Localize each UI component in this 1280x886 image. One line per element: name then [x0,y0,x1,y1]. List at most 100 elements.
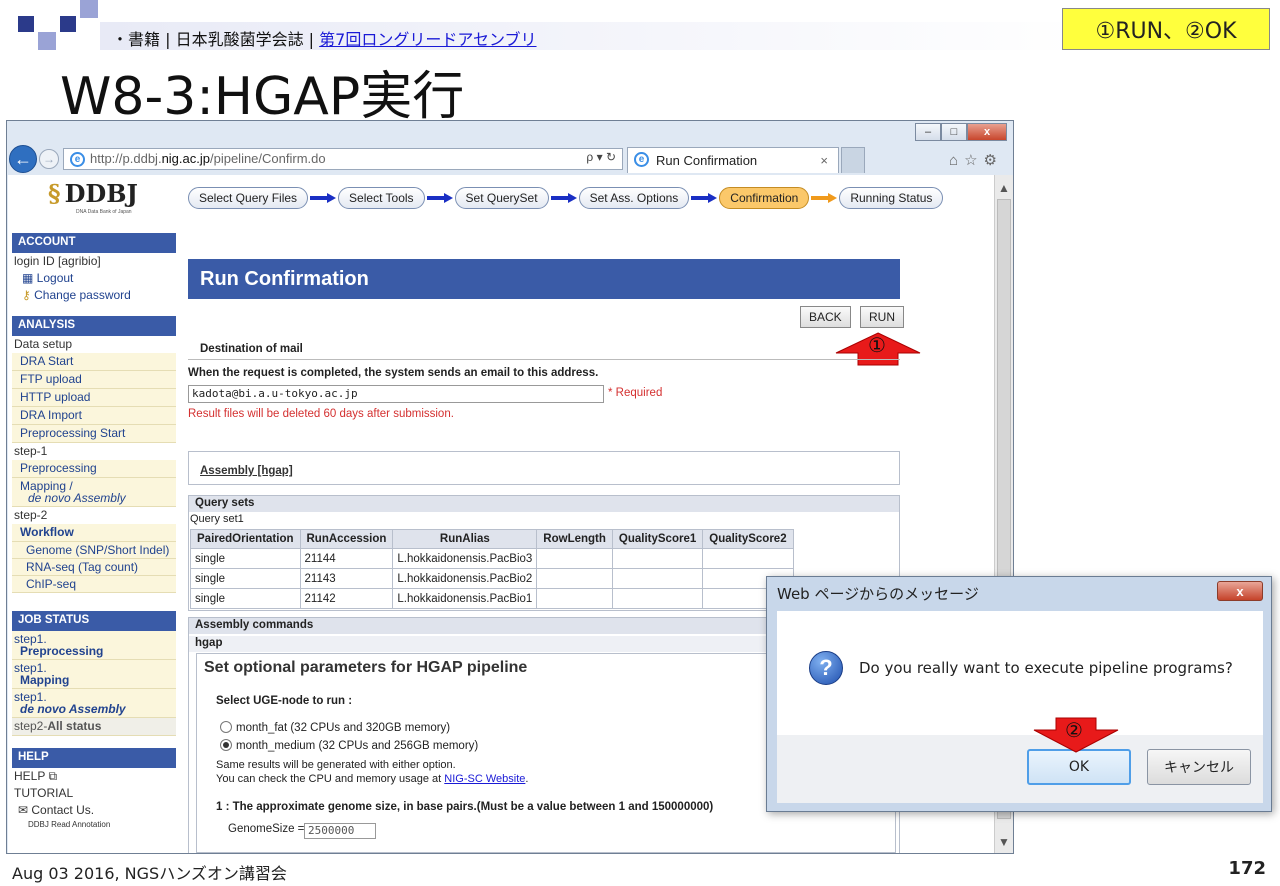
contact-link[interactable]: ✉ Contact Us. [12,802,176,819]
table-cell: L.hokkaidonensis.PacBio1 [392,588,538,609]
scroll-down-icon[interactable]: ▼ [998,835,1010,849]
change-password-link[interactable]: ⚷ Change password [12,287,176,304]
account-header: ACCOUNT [12,233,176,253]
dialog-body: ? Do you really want to execute pipeline… [777,611,1263,735]
sidebar-item-preprocessing-start[interactable]: Preprocessing Start [12,425,176,443]
uge-label: Select UGE-node to run : [216,695,353,707]
search-refresh-icon[interactable]: ρ ▾ ↻ [586,150,616,164]
destination-label: Destination of mail [200,343,303,355]
forward-arrow-icon[interactable]: → [39,149,59,169]
step-select-query-files[interactable]: Select Query Files [188,187,309,209]
radio-month-medium[interactable] [220,739,232,751]
same-results-note: Same results will be generated with eith… [216,759,456,771]
job-item-preprocessing[interactable]: step1. Preprocessing [12,631,176,660]
job-item-all-status[interactable]: step2-All status [12,718,176,736]
required-note: * Required [608,387,663,399]
maximize-button[interactable]: □ [941,123,967,141]
reference-link[interactable]: 第7回ロングリードアセンブリ [319,30,536,49]
dialog-close-button[interactable]: x [1217,581,1263,601]
cpu-check-note: You can check the CPU and memory usage a… [216,773,528,785]
new-tab-button[interactable] [841,147,865,173]
arrow-right-icon [310,193,337,203]
scroll-up-icon[interactable]: ▲ [998,181,1010,195]
help-label: HELP [14,769,46,783]
address-bar[interactable]: e http://p.ddbj.nig.ac.jp/pipeline/Confi… [63,148,623,170]
cpu-check-suffix: . [525,773,529,785]
login-id: login ID [agribio] [14,254,101,268]
workflow-steps: Select Query Files Select Tools Set Quer… [188,187,944,209]
home-favorites-settings-icon[interactable]: ⌂☆⚙ [949,151,1003,169]
job-mapping-label: Mapping [20,673,70,687]
option-medium-label: month_medium (32 CPUs and 256GB memory) [236,740,479,752]
sidebar-item-mapping-denovo[interactable]: Mapping / de novo Assembly [12,478,176,507]
tab-run-confirmation[interactable]: e Run Confirmation × [627,147,839,173]
sidebar-item-preprocessing[interactable]: Preprocessing [12,460,176,478]
ddbj-read-annotation[interactable]: DDBJ Read Annotation [12,819,176,836]
table-cell: L.hokkaidonensis.PacBio3 [392,548,538,569]
marker-1: ① [868,335,886,357]
divider [188,359,900,360]
job-denovo-label: de novo Assembly [20,702,126,716]
url-path: /pipeline/Confirm.do [209,151,326,166]
sidebar-item-dra-import[interactable]: DRA Import [12,407,176,425]
assembly-link[interactable]: Assembly [hgap] [200,465,293,477]
table-cell: single [190,568,301,589]
slide-decoration [60,16,76,32]
instruction-callout: ①RUN、②OK [1062,8,1270,50]
table-cell [611,548,704,569]
sidebar-item-dra-start[interactable]: DRA Start [12,353,176,371]
sidebar-item-ftp-upload[interactable]: FTP upload [12,371,176,389]
page-title: Run Confirmation [188,259,900,299]
column-header: RunAccession [299,529,394,549]
key-icon: ⚷ [22,288,35,302]
slide-decoration [80,0,98,18]
sidebar-item-rnaseq[interactable]: RNA-seq (Tag count) [12,559,176,576]
option-month-medium[interactable]: month_medium (32 CPUs and 256GB memory) [220,739,478,752]
job-all-status-label: All status [47,719,102,733]
step-confirmation[interactable]: Confirmation [719,187,810,209]
table-row: single 21142 L.hokkaidonensis.PacBio1 [190,588,794,609]
genome-size-input[interactable]: 2500000 [304,823,376,839]
job-item-denovo[interactable]: step1. de novo Assembly [12,689,176,718]
step-running-status[interactable]: Running Status [839,187,944,209]
nig-sc-link[interactable]: NIG-SC Website [444,773,525,785]
slide-decoration [38,32,56,50]
column-header: RunAlias [392,529,538,549]
back-button[interactable]: BACK [800,306,851,328]
dialog-footer: OK キャンセル [777,735,1263,803]
step-set-ass-options[interactable]: Set Ass. Options [578,187,690,209]
ok-button[interactable]: OK [1027,749,1131,785]
close-button[interactable]: x [967,123,1007,141]
tab-title: Run Confirmation [656,153,758,168]
email-field[interactable]: kadota@bi.a.u-tokyo.ac.jp [188,385,604,403]
logout-label: Logout [36,271,74,285]
genome-size-field-label: GenomeSize = [228,823,305,835]
tutorial-link[interactable]: TUTORIAL [12,785,176,802]
step-select-tools[interactable]: Select Tools [338,187,425,209]
option-month-fat[interactable]: month_fat (32 CPUs and 320GB memory) [220,721,450,734]
job-step2-prefix: step2- [14,719,48,733]
step-set-queryset[interactable]: Set QuerySet [454,187,549,209]
dna-icon: § [48,179,61,208]
hgap-title: Set optional parameters for HGAP pipelin… [204,659,528,676]
minimize-button[interactable]: – [915,123,941,141]
arrow-right-icon [426,193,453,203]
run-button[interactable]: RUN [860,306,904,328]
logout-link[interactable]: ▦ Logout [12,270,176,287]
browser-navbar: ← → e http://p.ddbj.nig.ac.jp/pipeline/C… [7,143,1013,175]
table-cell: single [190,548,301,569]
job-status-header: JOB STATUS [12,611,176,631]
help-link[interactable]: HELP ⧉ [12,768,176,785]
sidebar-item-genome[interactable]: Genome (SNP/Short Indel) [12,542,176,559]
back-arrow-icon[interactable]: ← [9,145,37,173]
tab-close-icon[interactable]: × [820,153,828,168]
slide-decoration [18,16,34,32]
denovo-label: de novo Assembly [28,491,126,505]
cancel-button[interactable]: キャンセル [1147,749,1251,785]
sidebar-item-chipseq[interactable]: ChIP-seq [12,576,176,593]
email-note: When the request is completed, the syste… [188,367,599,379]
sidebar-item-http-upload[interactable]: HTTP upload [12,389,176,407]
radio-month-fat[interactable] [220,721,232,733]
table-cell [611,588,704,609]
job-item-mapping[interactable]: step1. Mapping [12,660,176,689]
